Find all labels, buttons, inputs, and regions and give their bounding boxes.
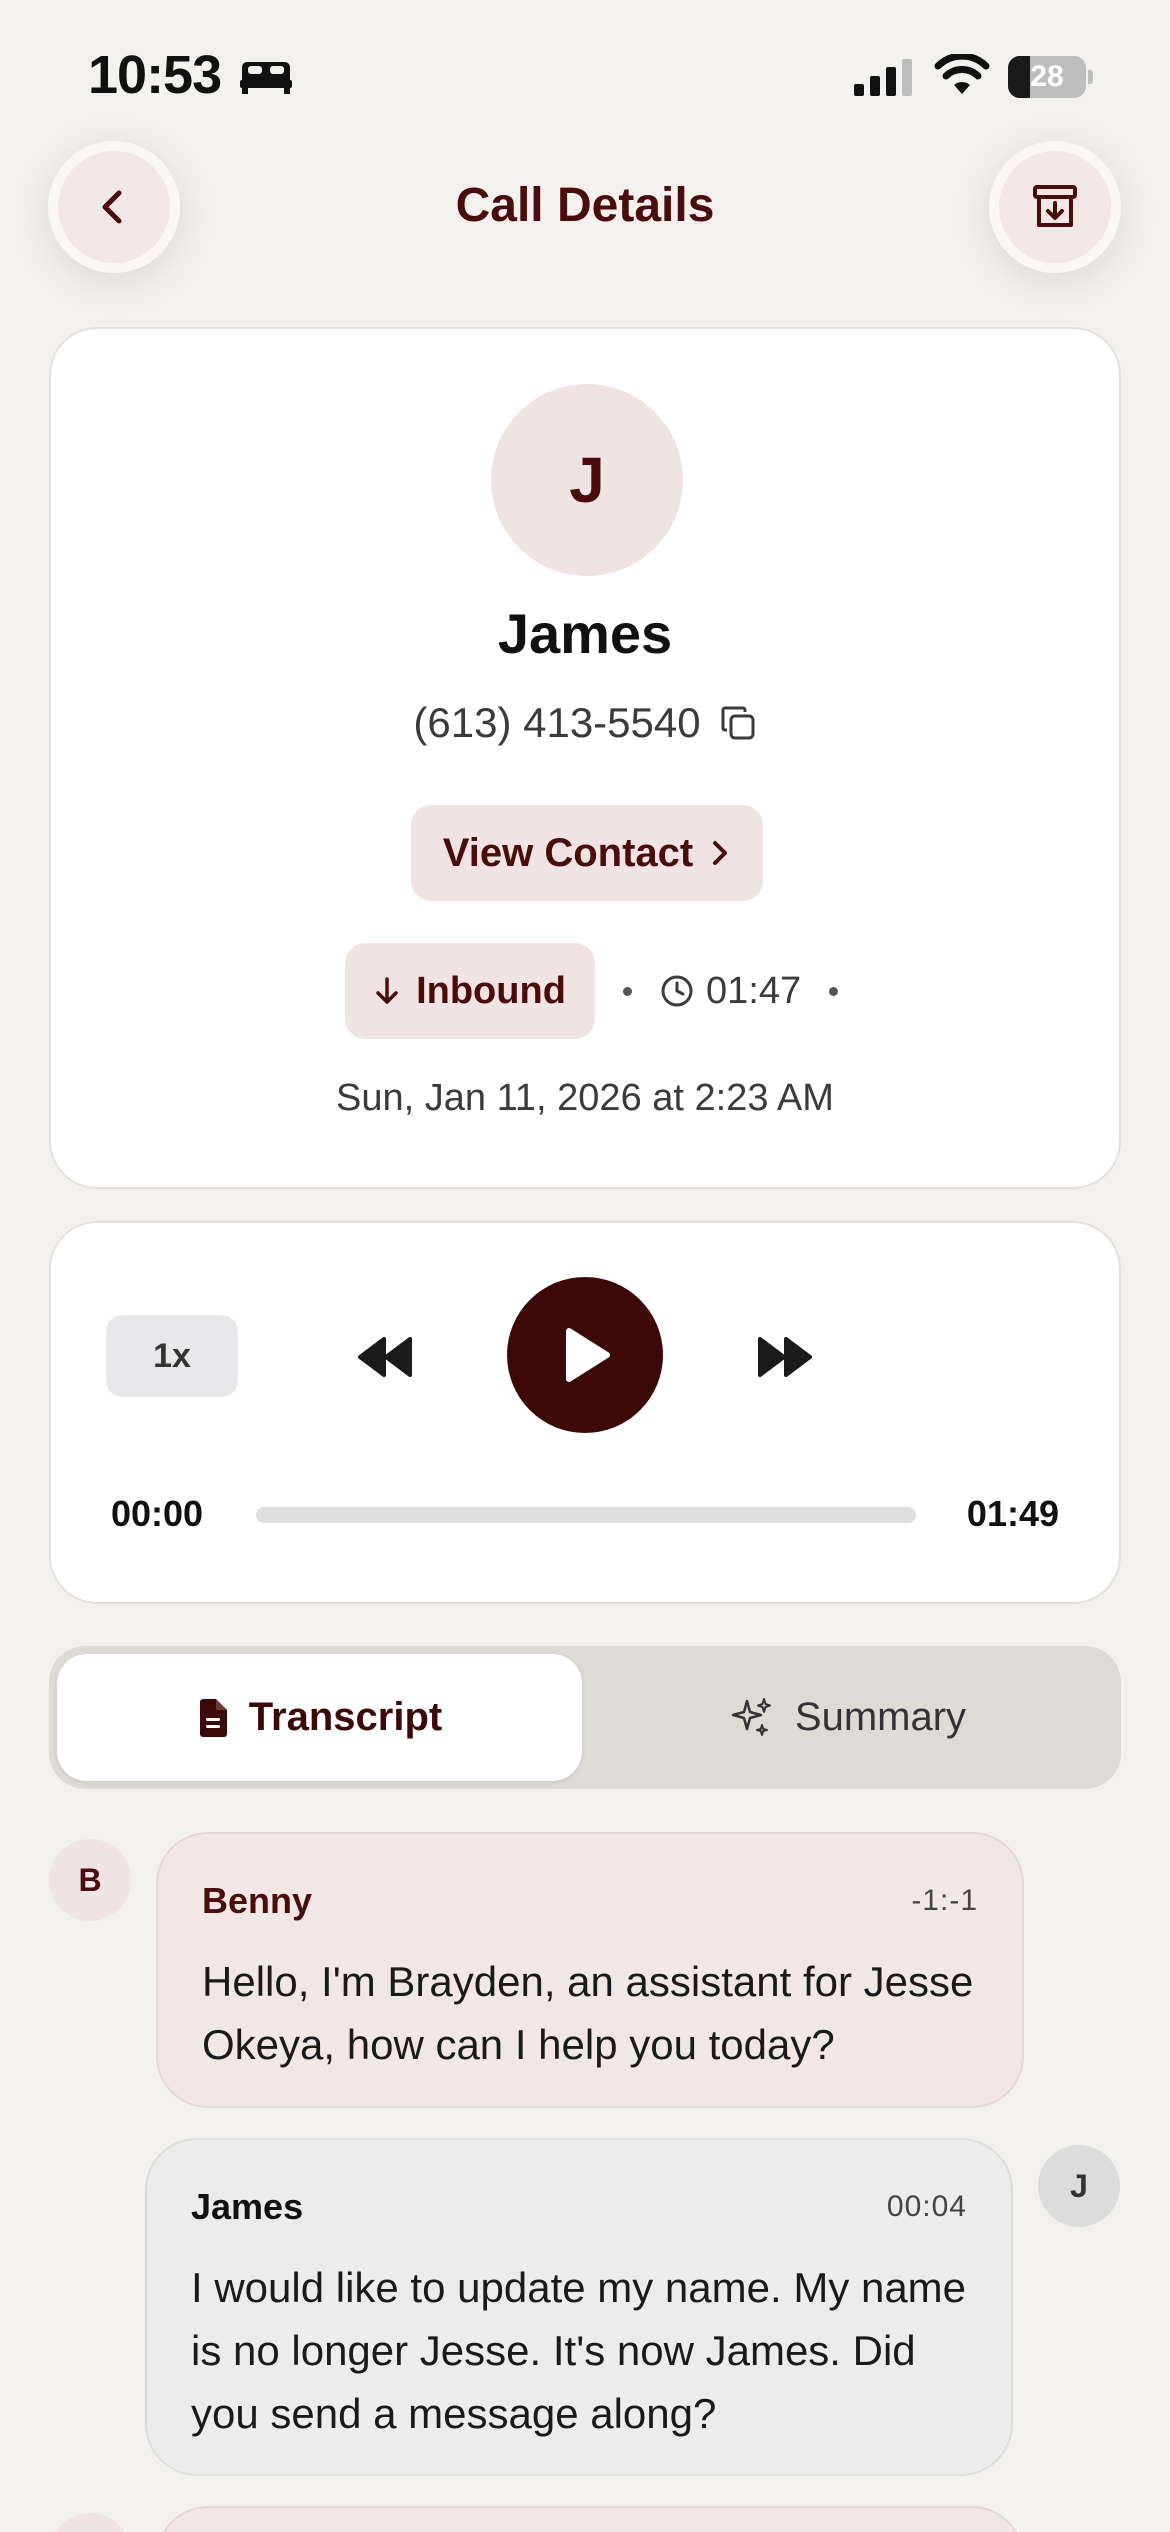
message-text: Hello, I'm Brayden, an assistant for Jes… [202,1958,974,2068]
duration-value: 01:47 [706,969,802,1012]
status-bar: 10:53 28 [0,0,1170,150]
copy-icon[interactable] [719,704,757,742]
archive-box-icon [1033,185,1077,227]
avatar-partial [49,2513,131,2532]
call-meta-row: Inbound 01:47 [345,943,866,1039]
message-timestamp: 00:04 [886,2190,967,2223]
direction-label: Inbound [416,969,566,1012]
clock-icon [661,975,693,1007]
document-icon [199,1698,227,1737]
tab-transcript-label: Transcript [248,1695,443,1739]
bed-icon [240,62,292,94]
phone-number: (613) 413-5540 [413,699,701,746]
view-contact-button[interactable]: View Contact [411,805,763,901]
message-bubble-agent: Benny -1:-1 Hello, I'm Brayden, an assis… [156,1832,1024,2108]
message-speaker: James [191,2186,304,2227]
contact-card: J James (613) 413-5540 View Contact Inbo… [49,327,1121,1189]
fast-forward-icon[interactable] [754,1331,814,1383]
tab-transcript[interactable]: Transcript [57,1654,582,1781]
contact-name: James [497,602,673,665]
message-bubble-user: James 00:04 I would like to update my na… [145,2138,1013,2476]
rewind-icon[interactable] [356,1331,416,1383]
battery-indicator: 28 [1008,56,1093,98]
audio-player-card: 1x 00:00 01:49 [49,1221,1121,1604]
avatar: B [49,1839,131,1921]
tab-summary[interactable]: Summary [582,1654,1113,1781]
phone-row: (613) 413-5540 [51,699,1119,747]
sparkles-icon [731,1697,771,1736]
separator-dot [623,986,632,996]
play-button[interactable] [507,1277,663,1433]
view-contact-label: View Contact [442,830,694,875]
cellular-signal-icon [854,59,912,96]
message-bubble-partial [156,2506,1024,2532]
progress-bar[interactable] [256,1507,916,1523]
tab-summary-label: Summary [794,1695,967,1739]
message-timestamp: -1:-1 [911,1884,978,1917]
direction-badge: Inbound [345,943,595,1039]
wifi-icon [934,54,990,94]
current-time: 00:00 [111,1493,204,1534]
call-date: Sun, Jan 11, 2026 at 2:23 AM [336,1077,834,1119]
message-text: I would like to update my name. My name … [191,2264,967,2437]
play-icon [566,1328,610,1382]
chevron-right-icon [713,841,728,865]
message-speaker: Benny [202,1880,313,1921]
avatar: J [1038,2145,1120,2227]
archive-button[interactable] [989,141,1121,273]
call-duration: 01:47 [660,970,801,1013]
total-time: 01:49 [966,1493,1059,1534]
segmented-tabs: Transcript Summary [49,1646,1121,1789]
contact-avatar: J [491,384,683,576]
separator-dot [829,986,839,996]
status-time: 10:53 [88,45,222,105]
arrow-down-icon [376,977,398,1004]
playback-speed-button[interactable]: 1x [106,1315,238,1397]
